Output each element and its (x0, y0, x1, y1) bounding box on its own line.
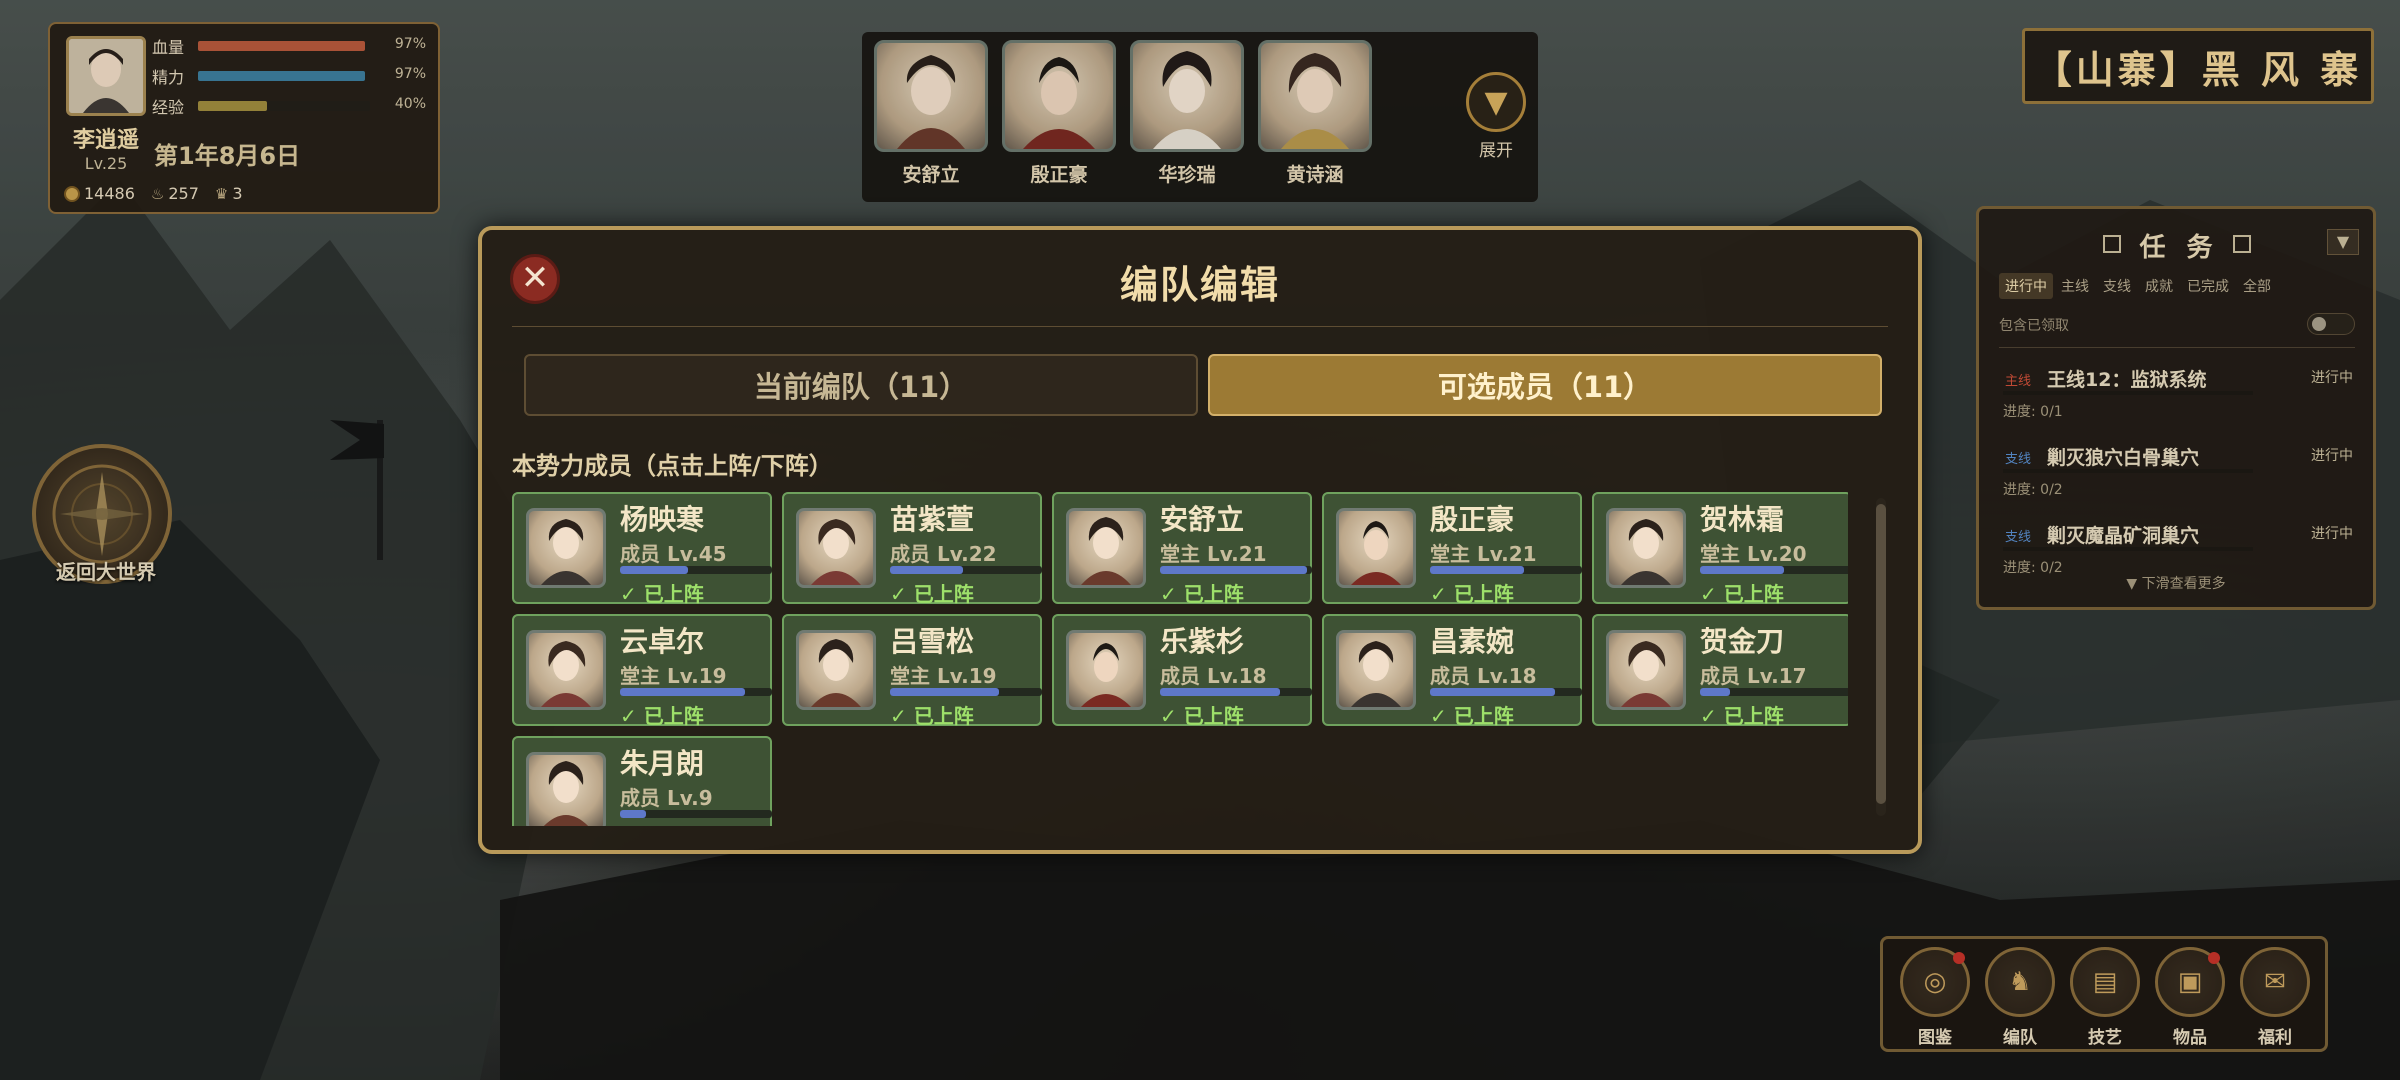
member-card[interactable]: 昌素婉成员 Lv.18 ✓ 已上阵 (1322, 614, 1582, 728)
member-exp-bar (1700, 688, 1848, 696)
member-rank-level: 堂主 Lv.20 (1700, 542, 1807, 566)
portrait-icon (541, 641, 591, 707)
member-rank-level: 成员 Lv.18 (1160, 664, 1267, 688)
member-status: ✓ 已上阵 (620, 704, 704, 728)
member-rank-level: 成员 Lv.17 (1700, 664, 1807, 688)
member-status: ✓ 已上阵 (620, 582, 704, 606)
member-name: 吕雪松 (890, 625, 975, 658)
scroll-thumb[interactable] (1876, 504, 1886, 804)
member-rank-level: 堂主 Lv.19 (620, 664, 727, 688)
member-card[interactable]: 云卓尔堂主 Lv.19 ✓ 已上阵 (512, 614, 772, 728)
member-name: 杨映寒 (620, 503, 705, 536)
member-portrait (1606, 630, 1686, 710)
portrait-icon (1081, 517, 1131, 585)
tab-available-members[interactable]: 可选成员（11） (1208, 354, 1882, 416)
member-exp-fill (890, 688, 1000, 696)
member-status: ✓ 已上阵 (1700, 704, 1784, 728)
portrait-icon (1081, 643, 1131, 707)
member-portrait (526, 508, 606, 588)
member-status: ✓ 已上阵 (1430, 704, 1514, 728)
member-exp-bar (620, 810, 772, 818)
portrait-icon (1351, 521, 1401, 585)
portrait-icon (1621, 519, 1671, 585)
portrait-icon (811, 639, 861, 707)
tab-current-formation[interactable]: 当前编队（11） (524, 354, 1198, 416)
member-card[interactable]: 杨映寒成员 Lv.45 ✓ 已上阵 (512, 492, 772, 606)
member-name: 昌素婉 (1430, 625, 1515, 658)
member-card[interactable]: 苗紫萱成员 Lv.22 ✓ 已上阵 (782, 492, 1042, 606)
member-name: 贺林霜 (1700, 503, 1785, 536)
member-exp-fill (620, 566, 689, 574)
divider (512, 326, 1888, 327)
portrait-icon (1351, 641, 1401, 707)
member-card[interactable]: 贺金刀成员 Lv.17 ✓ 已上阵 (1592, 614, 1848, 728)
member-rank-level: 堂主 Lv.21 (1160, 542, 1267, 566)
member-portrait (796, 630, 876, 710)
member-portrait (1336, 508, 1416, 588)
member-exp-bar (1700, 566, 1848, 574)
member-portrait (796, 508, 876, 588)
member-card[interactable]: 贺林霜堂主 Lv.20 ✓ 已上阵 (1592, 492, 1848, 606)
member-status: ✓ 已上阵 (1160, 704, 1244, 728)
member-card[interactable]: 殷正豪堂主 Lv.21 ✓ 已上阵 (1322, 492, 1582, 606)
member-status: ✓ 已上阵 (890, 582, 974, 606)
member-portrait (1336, 630, 1416, 710)
member-exp-fill (1430, 688, 1555, 696)
member-exp-bar (620, 566, 772, 574)
member-name: 朱月朗 (620, 747, 705, 780)
portrait-icon (541, 519, 591, 585)
scrollbar[interactable] (1876, 498, 1886, 816)
member-portrait (1066, 630, 1146, 710)
member-rank-level: 成员 Lv.9 (620, 786, 713, 810)
member-status: ✓ 已上阵 (1430, 582, 1514, 606)
member-exp-fill (1700, 688, 1731, 696)
member-portrait (526, 630, 606, 710)
member-card[interactable]: 安舒立堂主 Lv.21 ✓ 已上阵 (1052, 492, 1312, 606)
member-grid: 杨映寒 成员 Lv.45 ✓ 已上阵 苗紫萱 成员 Lv.22 ✓ 已上阵 安舒立 堂主 Lv… (512, 492, 1848, 826)
member-card[interactable]: 乐紫杉成员 Lv.18 ✓ 已上阵 (1052, 614, 1312, 728)
member-exp-bar (1430, 566, 1582, 574)
member-portrait (1066, 508, 1146, 588)
member-name: 苗紫萱 (890, 503, 975, 536)
member-name: 殷正豪 (1430, 503, 1515, 536)
member-exp-bar (890, 566, 1042, 574)
member-name: 云卓尔 (620, 625, 705, 658)
member-card[interactable]: 吕雪松堂主 Lv.19 ✓ 已上阵 (782, 614, 1042, 728)
section-label: 本势力成员（点击上阵/下阵） (512, 452, 833, 480)
member-rank-level: 堂主 Lv.19 (890, 664, 997, 688)
member-exp-bar (1160, 688, 1312, 696)
member-status: ✓ 已上阵 (1700, 582, 1784, 606)
formation-edit-modal: ✕ 编队编辑 当前编队（11） 可选成员（11） 本势力成员（点击上阵/下阵） … (478, 226, 1922, 854)
member-status: ✓ 已上阵 (620, 822, 704, 826)
member-exp-fill (1430, 566, 1525, 574)
member-status: ✓ 已上阵 (1160, 582, 1244, 606)
member-portrait (526, 752, 606, 826)
member-exp-bar (1160, 566, 1312, 574)
member-portrait (1606, 508, 1686, 588)
portrait-icon (544, 761, 588, 826)
member-exp-bar (1430, 688, 1582, 696)
member-exp-fill (890, 566, 963, 574)
member-card[interactable]: 朱月朗成员 Lv.9 ✓ 已上阵 (512, 736, 772, 826)
member-rank-level: 成员 Lv.18 (1430, 664, 1537, 688)
member-rank-level: 堂主 Lv.21 (1430, 542, 1537, 566)
member-exp-fill (620, 688, 745, 696)
modal-title: 编队编辑 (1119, 263, 1280, 307)
member-status: ✓ 已上阵 (890, 704, 974, 728)
member-exp-bar (620, 688, 772, 696)
member-rank-level: 成员 Lv.22 (890, 542, 997, 566)
member-rank-level: 成员 Lv.45 (620, 542, 727, 566)
member-exp-fill (1700, 566, 1784, 574)
member-exp-fill (1160, 688, 1281, 696)
member-exp-bar (890, 688, 1042, 696)
member-exp-fill (1160, 566, 1308, 574)
member-name: 安舒立 (1160, 503, 1245, 536)
portrait-icon (811, 519, 861, 585)
member-name: 乐紫杉 (1160, 625, 1245, 658)
portrait-icon (1621, 641, 1671, 707)
member-exp-fill (620, 810, 646, 818)
member-name: 贺金刀 (1700, 625, 1785, 658)
